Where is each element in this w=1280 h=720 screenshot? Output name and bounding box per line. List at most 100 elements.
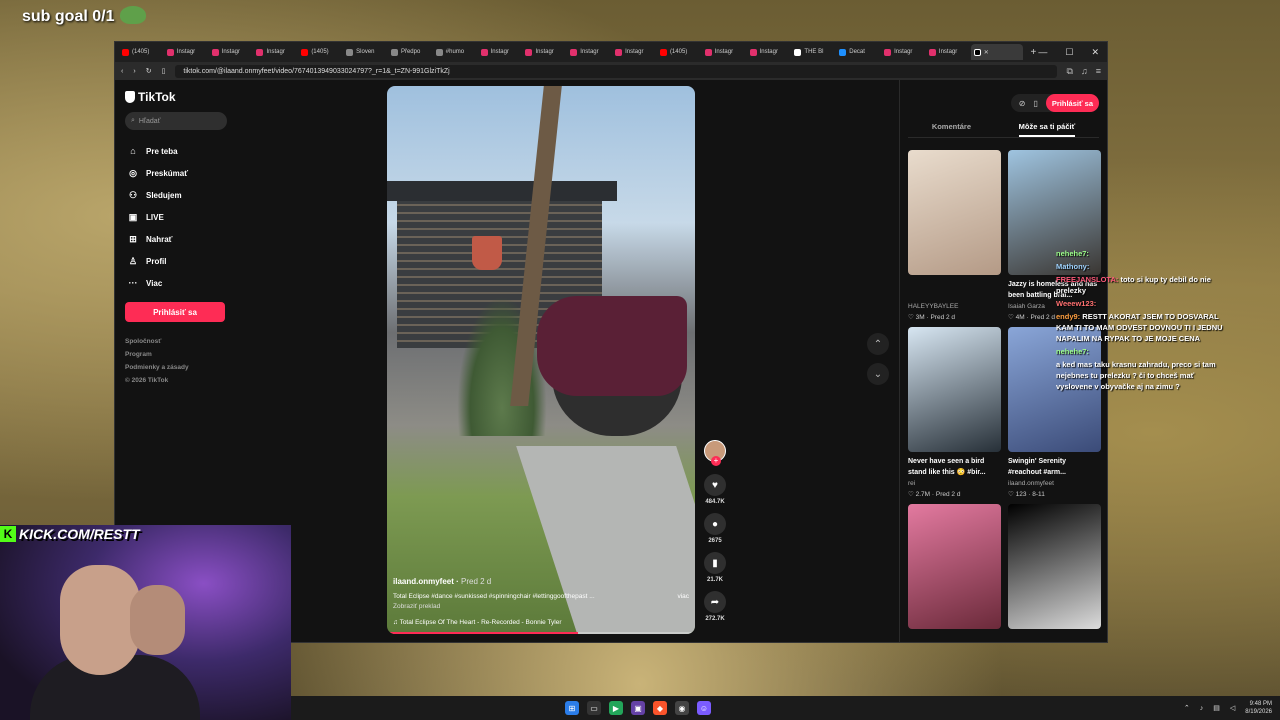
browser-tab[interactable]: Instagr [253, 44, 296, 60]
windows-start-icon[interactable]: ⊞ [565, 701, 579, 715]
menu-icon[interactable]: ≡ [1096, 66, 1101, 77]
footer-link[interactable]: Spoločnosť [125, 338, 225, 351]
card-thumbnail[interactable] [908, 327, 1001, 452]
tiktok-logo[interactable]: TikTok [125, 90, 225, 104]
browser-tab[interactable]: (1405) [119, 44, 162, 60]
panel-login-button[interactable]: Prihlásiť sa [1045, 94, 1099, 112]
like-count: 484.7K [705, 499, 725, 505]
minimize-icon[interactable]: — [1038, 47, 1047, 58]
close-icon[interactable]: ✕ [1091, 47, 1099, 58]
recommended-card[interactable] [1008, 504, 1101, 629]
login-button[interactable]: Prihlásiť sa [125, 302, 225, 322]
tab-active-tiktok[interactable]: ✕ [970, 44, 1023, 60]
translation-link[interactable]: Zobraziť preklad [393, 603, 689, 610]
tray-expand-icon[interactable]: ⌃ [1184, 704, 1190, 712]
maximize-icon[interactable]: ☐ [1065, 47, 1073, 58]
browser-tab[interactable]: Instagr [612, 44, 655, 60]
follow-plus-icon[interactable]: + [711, 456, 721, 466]
phone-icon[interactable]: ▯ [1033, 99, 1037, 108]
search-input[interactable]: ⌕ Hľadať [125, 112, 227, 130]
clock-date: 8/19/2026 [1245, 709, 1272, 715]
tab-label: #humo [445, 49, 465, 55]
url-field[interactable]: tiktok.com/@ilaand.onmyfeet/video/767401… [175, 64, 1057, 78]
sidebar-item-5[interactable]: ♙ Profil [125, 250, 225, 272]
new-tab-icon[interactable]: + [1031, 47, 1037, 58]
obs-icon[interactable]: ◉ [675, 701, 689, 715]
video-player[interactable]: ilaand.onmyfeet · Pred 2 d Total Eclipse… [387, 86, 695, 634]
browser-tab[interactable]: Instagr [567, 44, 610, 60]
webcam-face [60, 565, 140, 675]
brave-browser-icon[interactable]: ◆ [653, 701, 667, 715]
volume-icon[interactable]: ◁ [1230, 704, 1235, 712]
browser-tab[interactable]: Instagr [164, 44, 207, 60]
browser-tab[interactable]: (1405) [657, 44, 700, 60]
previous-video-button[interactable]: ⌃ [867, 333, 889, 355]
like-button[interactable]: ♥ [704, 474, 726, 496]
sidebar-item-4[interactable]: ⊞ Nahrať [125, 228, 225, 250]
video-description: Total Eclipse #dance #sunkissed #spinnin… [393, 593, 689, 600]
tab-close-icon[interactable]: ✕ [984, 49, 989, 56]
video-person [537, 296, 687, 396]
network-icon[interactable]: ▤ [1213, 704, 1220, 712]
discord-icon[interactable]: ☺ [697, 701, 711, 715]
sidebar-item-1[interactable]: ◎ Preskúmať [125, 162, 225, 184]
microphone-icon[interactable]: ♪ [1200, 705, 1204, 712]
browser-tab[interactable]: Předpo [388, 44, 431, 60]
browser-tab[interactable]: Sloven [343, 44, 386, 60]
browser-tab[interactable]: Instagr [209, 44, 252, 60]
footer-link[interactable]: Podmienky a zásady [125, 364, 225, 377]
browser-tab[interactable]: Instagr [702, 44, 745, 60]
app-green-icon[interactable]: ▶ [609, 701, 623, 715]
save-button[interactable]: ▮ [704, 552, 726, 574]
music-icon[interactable]: ♫ [1081, 66, 1088, 77]
tab-comments[interactable]: Komentáre [932, 122, 971, 137]
card-author[interactable]: HALEYYBAYLEE [908, 303, 1001, 310]
recommended-card[interactable]: Never have seen a bird stand like this 😳… [908, 327, 1001, 498]
back-icon[interactable]: ‹ [121, 68, 123, 75]
recommended-card[interactable] [908, 504, 1001, 629]
card-thumbnail[interactable] [908, 150, 1001, 275]
card-title[interactable]: Never have seen a bird stand like this 😳… [908, 456, 1001, 478]
browser-tab[interactable]: Instagr [881, 44, 924, 60]
card-thumbnail[interactable] [1008, 504, 1101, 629]
footer-link[interactable]: Program [125, 351, 225, 364]
tab-favicon-icon [525, 48, 533, 56]
card-title[interactable] [908, 279, 1001, 301]
browser-tab[interactable]: Instagr [478, 44, 521, 60]
sidebar-item-2[interactable]: ⚇ Sledujem [125, 184, 225, 206]
compass-icon[interactable]: ⊘ [1019, 99, 1026, 108]
browser-tab[interactable]: Instagr [522, 44, 565, 60]
browser-tab[interactable]: #humo [433, 44, 476, 60]
browser-tab[interactable]: (1405) [298, 44, 341, 60]
sidebar-item-3[interactable]: ▣ LIVE [125, 206, 225, 228]
browser-tab[interactable]: Instagr [926, 44, 969, 60]
music-title[interactable]: ♫ Total Eclipse Of The Heart - Re-Record… [393, 619, 689, 626]
tab-you-may-like[interactable]: Môže sa ti páčiť [1018, 122, 1076, 137]
extensions-icon[interactable]: ⧉ [1067, 66, 1073, 77]
card-author[interactable]: ilaand.onmyfeet [1008, 480, 1101, 487]
card-author[interactable]: rei [908, 480, 1001, 487]
next-video-button[interactable]: ⌄ [867, 363, 889, 385]
card-title[interactable]: Swingin' Serenity #reachout #arm... [1008, 456, 1101, 478]
browser-tab[interactable]: THE Bl [791, 44, 834, 60]
video-progress-bar[interactable] [387, 632, 695, 634]
sidebar-item-0[interactable]: ⌂ Pre teba [125, 140, 225, 162]
nav-icon: ▣ [128, 211, 138, 222]
comment-button[interactable]: ● [704, 513, 726, 535]
clock[interactable]: 9:48 PM 8/19/2026 [1245, 700, 1272, 716]
reload-icon[interactable]: ↻ [146, 67, 152, 75]
sidebar-item-6[interactable]: ··· Viac [125, 272, 225, 294]
card-thumbnail[interactable] [908, 504, 1001, 629]
bookmark-icon[interactable]: ▯ [162, 67, 166, 75]
share-button[interactable]: ➦ [704, 591, 726, 613]
forward-icon[interactable]: › [133, 68, 135, 75]
browser-tab[interactable]: Decat [836, 44, 879, 60]
more-link[interactable]: viac [677, 593, 689, 600]
twitch-icon[interactable]: ▣ [631, 701, 645, 715]
video-username[interactable]: ilaand.onmyfeet · Pred 2 d [393, 577, 689, 586]
recommended-card[interactable]: HALEYYBAYLEE ♡ 3M · Pred 2 d [908, 150, 1001, 321]
creator-avatar[interactable]: + [704, 440, 726, 466]
browser-tab[interactable]: Instagr [747, 44, 790, 60]
taskview-icon[interactable]: ▭ [587, 701, 601, 715]
tab-label: Instagr [625, 49, 644, 55]
